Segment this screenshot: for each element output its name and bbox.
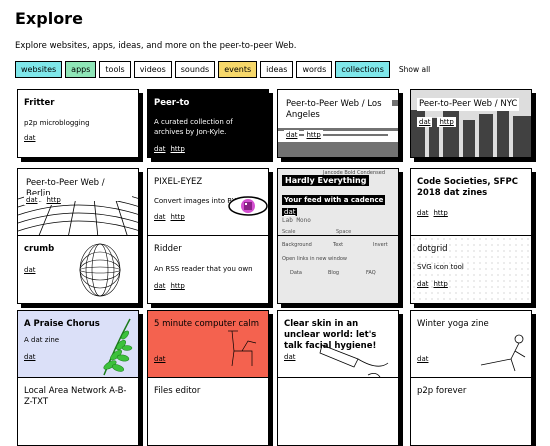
dat-link[interactable]: dat (282, 208, 298, 216)
card-p2p-forever[interactable]: p2p forever (410, 377, 532, 446)
dat-link[interactable]: dat (24, 134, 35, 142)
filter-events[interactable]: events (218, 61, 258, 78)
dat-link[interactable]: dat (417, 280, 428, 288)
settings-panel-image: Jancode Bold Condensed Hardly Everything… (278, 169, 398, 236)
filter-words[interactable]: words (296, 61, 333, 78)
text-setting[interactable]: Text (333, 242, 343, 248)
dat-link[interactable]: dat (417, 117, 433, 127)
card-p2p-los-angeles[interactable]: Peer-to-Peer Web / Los Angeles dat http (277, 89, 399, 158)
dat-link[interactable]: dat (154, 355, 165, 363)
http-link[interactable]: http (44, 195, 63, 205)
card-title: Hardly Everything (282, 175, 370, 186)
card-ridder[interactable]: Ridder An RSS reader that you own dat htt… (147, 235, 269, 304)
filter-apps[interactable]: apps (65, 61, 97, 78)
card-title: PIXEL-EYEZ (154, 177, 203, 187)
card-title: Ridder (154, 244, 182, 254)
card-empty[interactable] (277, 377, 399, 446)
filter-ideas[interactable]: ideas (260, 61, 294, 78)
tube-illustration-image (319, 344, 389, 378)
card-crumb[interactable]: crumb dat (17, 235, 139, 304)
chair-sketch-image (228, 330, 257, 367)
filter-websites[interactable]: websites (15, 61, 63, 78)
card-p2p-berlin[interactable]: Peer-to-Peer Web / Berlin dat http (17, 168, 139, 237)
background-setting[interactable]: Background (282, 242, 312, 248)
invert-setting[interactable]: Invert (373, 242, 388, 248)
card-hardly-settings[interactable]: Background Text Invert Open links in new… (277, 235, 399, 304)
card-title: Files editor (154, 386, 201, 396)
dat-link[interactable]: dat (24, 195, 40, 205)
card-title: p2p forever (417, 386, 467, 396)
card-peer-to[interactable]: Peer-to A curated collection of archives… (147, 89, 269, 158)
card-description: p2p microblogging (24, 119, 90, 127)
dat-link[interactable]: dat (24, 266, 35, 274)
card-files-editor[interactable]: Files editor (147, 377, 269, 446)
dat-link[interactable]: dat (284, 353, 295, 361)
tab-data[interactable]: Data (290, 270, 302, 276)
filter-collections[interactable]: collections (335, 61, 390, 78)
card-dotgrid[interactable]: dotgrid SVG icon tool dat http (410, 235, 532, 304)
fern-leaf-icon (103, 318, 133, 376)
pixel-eye-icon (228, 196, 268, 216)
card-pixel-eyez[interactable]: PIXEL-EYEZ Convert images into PXON dat h… (147, 168, 269, 237)
filter-tools[interactable]: tools (99, 61, 131, 78)
card-title: Fritter (24, 98, 55, 108)
card-fritter[interactable]: Fritter p2p microblogging dat (17, 89, 139, 158)
http-link[interactable]: http (304, 130, 323, 140)
http-link[interactable]: http (433, 280, 447, 288)
card-winter-yoga[interactable]: Winter yoga zine dat (410, 310, 532, 379)
card-hardly-everything[interactable]: Jancode Bold Condensed Hardly Everything… (277, 168, 399, 237)
card-p2p-nyc[interactable]: Peer-to-Peer Web / NYC dat http (410, 89, 532, 158)
dat-link[interactable]: dat (24, 353, 35, 361)
page-title: Explore (15, 9, 83, 28)
filter-sounds[interactable]: sounds (174, 61, 216, 78)
card-tagline: Your feed with a cadence (282, 195, 386, 205)
dat-link[interactable]: dat (417, 209, 428, 217)
http-link[interactable]: http (170, 282, 184, 290)
card-title: dotgrid (417, 244, 448, 254)
tab-blog[interactable]: Blog (328, 270, 339, 276)
tab-faq[interactable]: FAQ (366, 270, 376, 276)
http-link[interactable]: http (433, 209, 447, 217)
card-title: Local Area Network A-B-Z-TXT (24, 386, 127, 407)
card-title: Peer-to (154, 98, 190, 108)
card-clear-skin[interactable]: Clear skin in an unclear world: let's ta… (277, 310, 399, 379)
card-title: Winter yoga zine (417, 319, 489, 329)
dat-link[interactable]: dat (284, 130, 300, 140)
card-description: SVG icon tool (417, 263, 464, 271)
card-computer-calm[interactable]: 5 minute computer calm dat (147, 310, 269, 379)
card-title: Code Societies, SFPC 2018 dat zines (417, 177, 518, 198)
card-description: A curated collection of archives by Jon-… (154, 118, 233, 136)
card-title: Peer-to-Peer Web / Los Angeles (284, 98, 392, 122)
mono-label: Lab Mono (282, 217, 311, 224)
card-title: Peer-to-Peer Web / NYC (417, 98, 520, 111)
dat-link[interactable]: dat (417, 355, 428, 363)
open-links-setting[interactable]: Open links in new window (282, 256, 347, 262)
dat-link[interactable]: dat (154, 145, 165, 153)
card-code-societies[interactable]: Code Societies, SFPC 2018 dat zines dat h… (410, 168, 532, 237)
page-subtitle: Explore websites, apps, ideas, and more … (15, 41, 297, 51)
card-description: An RSS reader that you own (154, 265, 253, 273)
http-link[interactable]: http (170, 213, 184, 221)
filter-videos[interactable]: videos (133, 61, 172, 78)
filter-bar: websites apps tools videos sounds events… (15, 61, 430, 78)
card-praise-chorus[interactable]: A Praise Chorus A dat zine dat (17, 310, 139, 379)
http-link[interactable]: http (437, 117, 456, 127)
mesh-sculpture-image (79, 243, 121, 297)
dat-link[interactable]: dat (154, 282, 165, 290)
card-local-area-network[interactable]: Local Area Network A-B-Z-TXT (17, 377, 139, 446)
show-all-link[interactable]: Show all (399, 65, 430, 74)
yoga-figure-image (480, 334, 526, 372)
dat-link[interactable]: dat (154, 213, 165, 221)
http-link[interactable]: http (170, 145, 184, 153)
